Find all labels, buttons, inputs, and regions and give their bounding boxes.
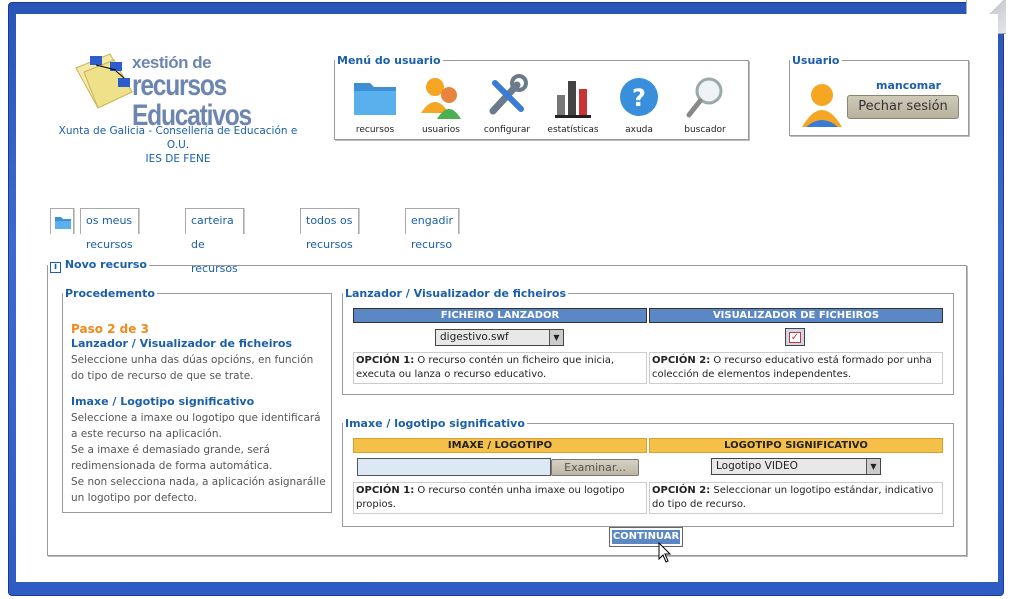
avatar-icon [800,81,844,129]
browse-button[interactable]: Examinar... [551,459,639,476]
magnifier-icon [681,73,729,121]
image-file-input[interactable] [357,458,551,476]
procedure-section-2-title: Imaxe / Logotipo significativo [71,395,255,408]
image-col1-header: IMAXE / LOGOTIPO [353,438,647,453]
logo-select-value: Logotipo VIDEO [716,460,798,472]
image-option1: OPCIÓN 1: O recurso contén unha imaxe ou… [353,482,647,514]
tab-os-meus-recursos[interactable]: os meus recursos [80,208,139,251]
procedure-panel: Procedemento Paso 2 de 3 Lanzador / Visu… [62,287,332,513]
menu-item-buscador[interactable]: buscador [673,73,737,135]
procedure-section-2-text1: Seleccione a imaxe ou logotipo que ident… [71,412,321,440]
launcher-panel: Lanzador / Visualizador de ficheiros FIC… [342,287,954,395]
logo-line2: recursos Educativos [132,69,252,132]
svg-text:?: ? [632,84,646,112]
user-panel-legend: Usuario [792,54,840,67]
viewer-checkbox[interactable]: ✓ [785,328,805,346]
launcher-legend: Lanzador / Visualizador de ficheiros [345,287,566,300]
logout-button[interactable]: Pechar sesión [847,95,959,119]
tab-home[interactable] [50,208,74,234]
page: xestión de recursos Educativos Xunta de … [16,14,998,582]
site-logo[interactable]: xestión de recursos Educativos Xunta de … [50,44,310,165]
procedure-section-2-text3: Se non selecciona nada, a aplicación asi… [71,476,326,504]
procedure-legend: Procedemento [65,287,155,300]
user-menu: Menú do usuario recursos usuarios config… [334,54,749,140]
org-line1: Xunta de Galicia - Consellería de Educac… [58,125,298,151]
menu-item-configurar[interactable]: configurar [475,73,539,135]
launcher-option2: OPCIÓN 2: O recurso educativo está forma… [649,352,943,384]
user-menu-legend: Menú do usuario [337,54,441,67]
folder-icon [55,217,71,229]
launcher-option1: OPCIÓN 1: O recurso contén un ficheiro q… [353,352,647,384]
tools-icon [483,73,531,121]
username: mancomar [876,79,942,92]
folder-icon [351,73,399,121]
menu-label: buscador [684,125,726,135]
image-option2: OPCIÓN 2: Seleccionar un logotipo estánd… [649,482,943,514]
info-icon: i [50,262,61,273]
bar-chart-icon [549,73,597,121]
checkmark-icon: ✓ [789,332,801,343]
tab-carteira-de-recursos[interactable]: carteira de recursos [185,208,244,275]
menu-label: usuarios [421,125,460,135]
procedure-section-1-title: Lanzador / Visualizador de ficheiros [71,337,292,350]
mouse-cursor-icon [658,542,672,563]
logo-wordmark: xestión de recursos Educativos [132,54,310,131]
procedure-section-1-text: Seleccione unha das dúas opcións, en fun… [71,354,314,382]
menu-item-recursos[interactable]: recursos [343,73,407,135]
menu-item-axuda[interactable]: ? axuda [607,73,671,135]
procedure-section-2-text2: Se a imaxe é demasiado grande, será redi… [71,444,273,472]
user-panel: Usuario mancomar Pechar sesión [789,54,969,136]
launcher-file-select[interactable]: digestivo.swf ▼ [435,329,564,346]
help-icon: ? [615,73,663,121]
menu-label: estatísticas [547,125,599,135]
new-resource-legend: i Novo recurso [48,258,149,273]
image-legend: Imaxe / logotipo significativo [345,417,525,430]
launcher-col2-header: VISUALIZADOR DE FICHEIROS [649,308,943,323]
menu-label: axuda [625,125,653,135]
tab-todos-os-recursos[interactable]: todos os recursos [300,208,359,251]
step-indicator: Paso 2 de 3 [71,322,149,336]
option-label: OPCIÓN 1: [356,485,415,496]
chevron-down-icon: ▼ [866,459,880,474]
launcher-col1-header: FICHEIRO LANZADOR [353,308,647,323]
new-resource-panel: i Novo recurso Procedemento Paso 2 de 3 … [47,258,967,556]
chevron-down-icon: ▼ [549,330,563,345]
org-line2: IES DE FENE [145,153,211,165]
menu-item-estatisticas[interactable]: estatísticas [541,73,605,135]
option-label: OPCIÓN 2: [652,355,711,366]
menu-label: recursos [355,125,395,135]
users-icon [417,73,465,121]
menu-item-usuarios[interactable]: usuarios [409,73,473,135]
tab-engadir-recurso[interactable]: engadir recurso [405,208,460,251]
menu-label: configurar [483,125,531,135]
image-panel: Imaxe / logotipo significativo IMAXE / L… [342,417,954,527]
launcher-file-select-value: digestivo.swf [440,331,509,343]
image-col2-header: LOGOTIPO SIGNIFICATIVO [649,438,943,453]
organization-name: Xunta de Galicia - Consellería de Educac… [50,124,306,166]
option-label: OPCIÓN 2: [652,485,711,496]
option-label: OPCIÓN 1: [356,355,415,366]
new-resource-title: Novo recurso [64,258,147,271]
procedure-text: Lanzador / Visualizador de ficheiros Sel… [71,336,327,506]
logo-select[interactable]: Logotipo VIDEO ▼ [711,458,881,475]
